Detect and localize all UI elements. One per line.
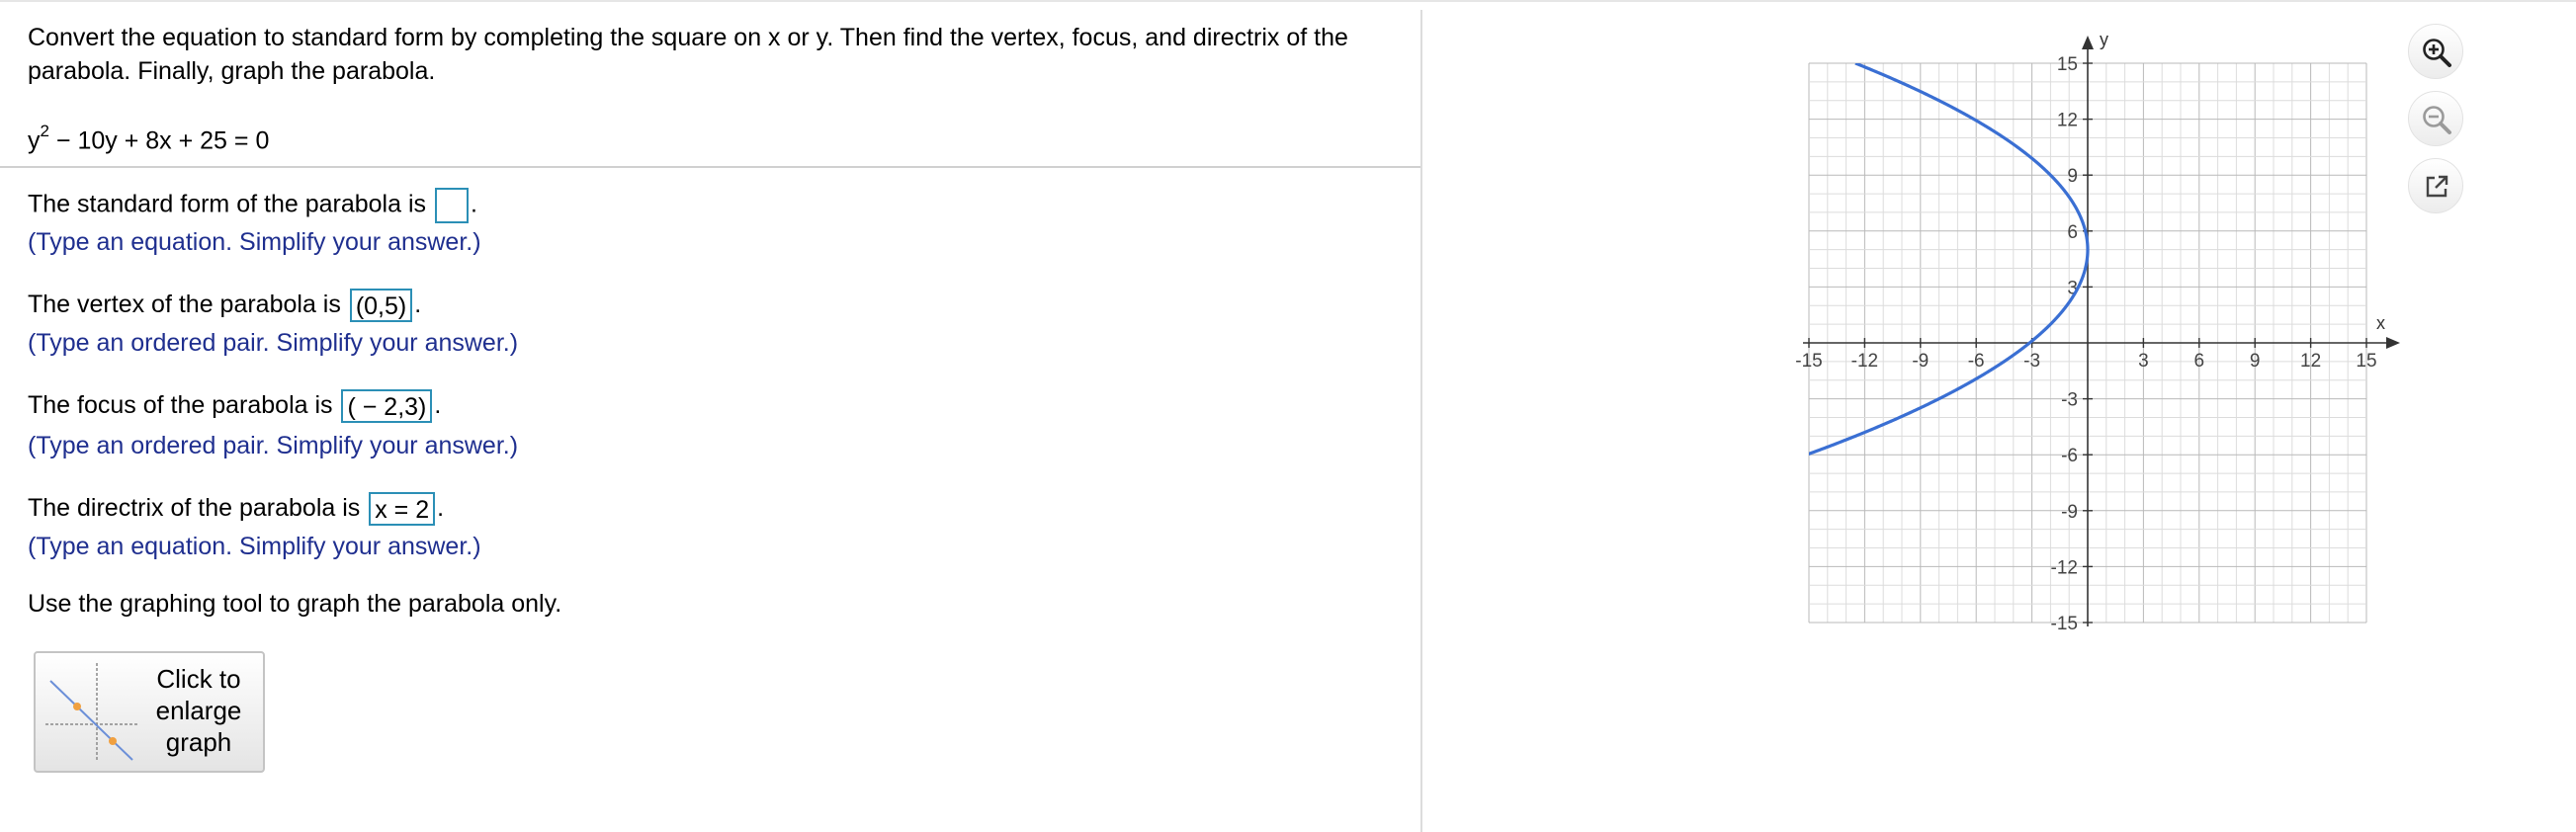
zoom-out-icon [2423, 106, 2451, 134]
popout-button[interactable] [2408, 158, 2463, 213]
zoom-out-button[interactable] [2408, 91, 2463, 146]
x-tick-label: -3 [2023, 351, 2040, 372]
y-axis-arrow [2082, 36, 2094, 49]
y-tick-label: 15 [2057, 54, 2078, 75]
x-tick-label: -12 [1851, 351, 1878, 372]
parabola-curve [1809, 63, 2090, 457]
y-tick-label: 12 [2057, 111, 2078, 131]
y-tick-label: 6 [2067, 222, 2078, 243]
x-tick-label: 12 [2300, 351, 2321, 372]
x-tick-label: 15 [2356, 351, 2376, 372]
popout-icon [2426, 175, 2448, 198]
zoom-in-icon [2423, 39, 2451, 67]
y-tick-label: 9 [2067, 166, 2078, 187]
x-axis-label: x [2376, 313, 2385, 333]
x-tick-label: 9 [2250, 351, 2261, 372]
y-tick-label: -12 [2051, 557, 2078, 578]
y-tick-label: -6 [2061, 446, 2078, 466]
parabola-graph[interactable]: xy-15 -12 -9 -6 -3 3 6 9 12 15-15-12-9-6-33691215 [0, 0, 2576, 832]
y-tick-label: -15 [2051, 614, 2078, 634]
x-tick-label: 6 [2194, 351, 2205, 372]
y-axis-label: y [2100, 30, 2108, 49]
y-tick-label: -3 [2061, 390, 2078, 411]
x-tick-label: -6 [1968, 351, 1985, 372]
zoom-in-button[interactable] [2408, 24, 2463, 79]
x-tick-label: -15 [1795, 351, 1822, 372]
x-axis-arrow [2386, 337, 2400, 349]
y-tick-label: -9 [2061, 502, 2078, 523]
x-tick-label: -9 [1912, 351, 1929, 372]
x-tick-label: 3 [2138, 351, 2149, 372]
